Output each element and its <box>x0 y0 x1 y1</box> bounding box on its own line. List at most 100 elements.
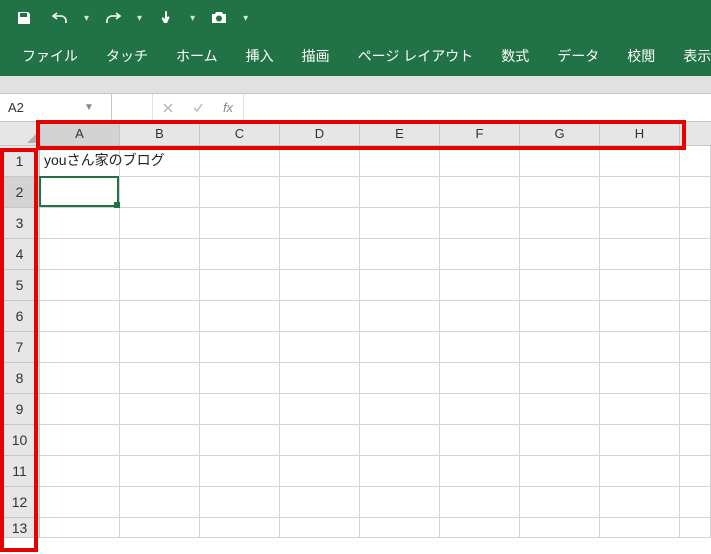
cell[interactable] <box>440 177 520 208</box>
cell[interactable] <box>200 239 280 270</box>
cell[interactable] <box>360 363 440 394</box>
cell[interactable] <box>120 363 200 394</box>
tab-view[interactable]: 表示 <box>669 36 711 76</box>
row-header-6[interactable]: 6 <box>0 301 40 332</box>
cell[interactable] <box>120 332 200 363</box>
cell[interactable] <box>280 332 360 363</box>
column-header-f[interactable]: F <box>440 122 520 146</box>
cell[interactable] <box>360 332 440 363</box>
cell[interactable] <box>600 456 680 487</box>
row-header-4[interactable]: 4 <box>0 239 40 270</box>
cell[interactable] <box>360 456 440 487</box>
cell[interactable] <box>680 239 711 270</box>
cell[interactable] <box>440 487 520 518</box>
cell[interactable] <box>600 239 680 270</box>
cells[interactable]: youさん家のブログ <box>40 146 711 554</box>
cell[interactable] <box>200 208 280 239</box>
cell[interactable] <box>120 239 200 270</box>
undo-icon[interactable] <box>46 6 74 30</box>
cell[interactable] <box>40 301 120 332</box>
cell[interactable] <box>600 332 680 363</box>
cell[interactable] <box>120 177 200 208</box>
cell[interactable] <box>200 332 280 363</box>
row-header-13[interactable]: 13 <box>0 518 40 538</box>
tab-page-layout[interactable]: ページ レイアウト <box>344 36 488 76</box>
cell[interactable] <box>680 518 711 538</box>
tab-insert[interactable]: 挿入 <box>232 36 288 76</box>
cell[interactable] <box>40 239 120 270</box>
tab-home[interactable]: ホーム <box>162 36 232 76</box>
cell[interactable] <box>280 456 360 487</box>
formula-input[interactable] <box>244 94 711 121</box>
tab-touch[interactable]: タッチ <box>92 36 162 76</box>
cell[interactable] <box>600 301 680 332</box>
column-header-e[interactable]: E <box>360 122 440 146</box>
cell[interactable] <box>440 332 520 363</box>
cell-a1[interactable]: youさん家のブログ <box>40 146 120 177</box>
cell[interactable] <box>520 518 600 538</box>
cell[interactable] <box>440 363 520 394</box>
cell[interactable] <box>40 518 120 538</box>
cell[interactable] <box>680 301 711 332</box>
cell[interactable] <box>200 425 280 456</box>
cell[interactable] <box>120 394 200 425</box>
row-header-7[interactable]: 7 <box>0 332 40 363</box>
cell[interactable] <box>280 363 360 394</box>
tab-draw[interactable]: 描画 <box>288 36 344 76</box>
cell[interactable] <box>680 456 711 487</box>
enter-icon[interactable] <box>183 94 213 121</box>
cell[interactable] <box>520 332 600 363</box>
cell[interactable] <box>680 363 711 394</box>
cell[interactable] <box>680 208 711 239</box>
cell[interactable] <box>600 518 680 538</box>
cell[interactable] <box>520 425 600 456</box>
cell[interactable] <box>360 177 440 208</box>
cell[interactable] <box>440 270 520 301</box>
touch-mode-icon[interactable] <box>152 6 180 30</box>
cell[interactable] <box>200 146 280 177</box>
cell[interactable] <box>280 487 360 518</box>
cell[interactable] <box>120 208 200 239</box>
cell[interactable] <box>440 239 520 270</box>
column-header-extra[interactable] <box>680 122 711 146</box>
cell[interactable] <box>200 363 280 394</box>
cell[interactable] <box>360 394 440 425</box>
cell[interactable] <box>680 332 711 363</box>
cell[interactable] <box>520 208 600 239</box>
cell[interactable] <box>440 518 520 538</box>
cell[interactable] <box>600 425 680 456</box>
cell[interactable] <box>600 394 680 425</box>
cell[interactable] <box>440 394 520 425</box>
cell[interactable] <box>440 301 520 332</box>
cell[interactable] <box>280 177 360 208</box>
cell[interactable] <box>520 394 600 425</box>
row-header-10[interactable]: 10 <box>0 425 40 456</box>
row-header-1[interactable]: 1 <box>0 146 40 177</box>
cell[interactable] <box>280 208 360 239</box>
cell[interactable] <box>440 208 520 239</box>
cell[interactable] <box>280 146 360 177</box>
cell[interactable] <box>600 177 680 208</box>
cell[interactable] <box>520 456 600 487</box>
camera-icon[interactable] <box>205 6 233 30</box>
tab-review[interactable]: 校閲 <box>613 36 669 76</box>
cell[interactable] <box>360 270 440 301</box>
column-header-g[interactable]: G <box>520 122 600 146</box>
cell[interactable] <box>680 270 711 301</box>
cell[interactable] <box>520 487 600 518</box>
column-header-a[interactable]: A <box>40 122 120 146</box>
cell[interactable] <box>120 301 200 332</box>
cell[interactable] <box>280 425 360 456</box>
dropdown-icon[interactable]: ▾ <box>188 13 197 24</box>
insert-function-icon[interactable]: fx <box>213 94 243 121</box>
cell[interactable] <box>200 518 280 538</box>
cell[interactable] <box>360 301 440 332</box>
dropdown-icon[interactable]: ▾ <box>82 13 91 24</box>
cell[interactable] <box>680 487 711 518</box>
cell[interactable] <box>40 363 120 394</box>
cell[interactable] <box>360 146 440 177</box>
column-header-h[interactable]: H <box>600 122 680 146</box>
cell[interactable] <box>520 146 600 177</box>
row-header-8[interactable]: 8 <box>0 363 40 394</box>
cell[interactable] <box>40 208 120 239</box>
